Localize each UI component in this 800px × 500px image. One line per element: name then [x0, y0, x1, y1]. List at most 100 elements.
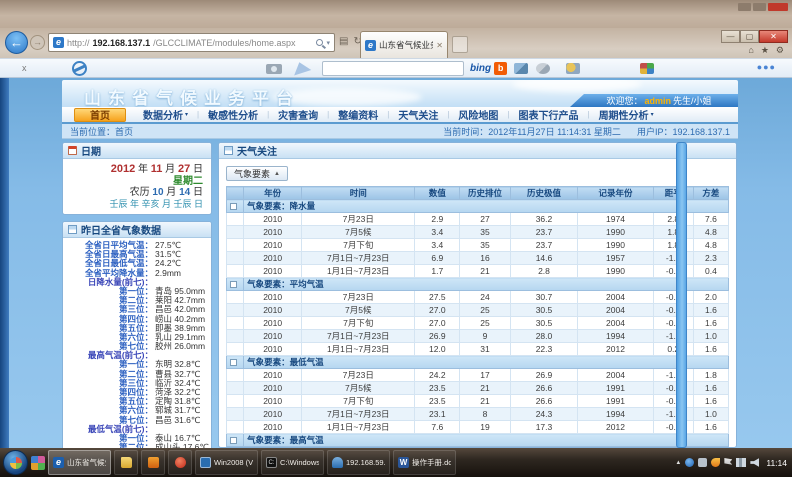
welcome-prefix: 欢迎您：	[606, 94, 642, 107]
nav-item-8[interactable]: 周期性分析▾	[590, 107, 663, 122]
tray-app-icon[interactable]	[685, 458, 694, 467]
nav-item-7[interactable]: 图表下行产品	[509, 107, 587, 122]
send-icon[interactable]	[291, 59, 312, 75]
browser-tab[interactable]: e 山东省气候业务平... ✕	[360, 31, 448, 58]
nav-item-5[interactable]: 天气关注	[389, 107, 447, 122]
table-row[interactable]: 20107月1日~7月23日26.9928.01994-1.01.0	[227, 330, 729, 343]
tray-clock[interactable]: 11:14	[766, 458, 787, 468]
new-tab-button[interactable]	[452, 36, 468, 53]
calendar-date-part: 27	[178, 163, 190, 175]
vertical-scrollbar[interactable]	[676, 142, 687, 448]
camera-icon[interactable]	[266, 64, 282, 74]
taskbar-button-rdp[interactable]: 192.168.59.99...	[327, 450, 390, 475]
settings-gear-icon[interactable]: ⚙	[776, 45, 784, 56]
toolbar-addon-icon-3[interactable]	[566, 63, 580, 74]
maximize-icon[interactable]	[753, 3, 766, 11]
taskbar-button-monitor[interactable]: Win2008 (VS2...	[195, 450, 258, 475]
taskbar-button-word[interactable]: W操作手册.docx ...	[393, 450, 456, 475]
favorites-star-icon[interactable]: ★	[761, 45, 769, 56]
nav-item-2[interactable]: 敏感性分析	[199, 107, 267, 122]
cell: 2.8	[510, 265, 578, 278]
toolbar-search-input[interactable]	[322, 61, 464, 76]
group-row: 气象要素：平均气温	[227, 278, 729, 291]
network-icon[interactable]	[736, 458, 746, 467]
weather-table: 年份时间数值历史排位历史极值记录年份距平方差气象要素：降水量20107月23日2…	[226, 186, 729, 448]
table-row[interactable]: 20107月5候3.43523.719901.84.8	[227, 226, 729, 239]
folder-icon	[121, 457, 132, 468]
compat-icon[interactable]: ▤	[339, 36, 348, 47]
home-icon[interactable]: ⌂	[748, 45, 753, 56]
tray-alert-icon[interactable]	[711, 458, 720, 467]
start-button[interactable]	[3, 450, 28, 475]
tray-expand-icon[interactable]: ▲	[675, 460, 681, 466]
cell: 7月23日	[302, 213, 415, 226]
forward-button[interactable]: →	[30, 35, 45, 50]
cell: 1.6	[693, 421, 728, 434]
cell: 17.3	[510, 421, 578, 434]
minimize-button[interactable]: —	[721, 30, 740, 43]
tray-status-icon[interactable]	[698, 458, 707, 467]
cell: 36.2	[510, 213, 578, 226]
pinned-app-icon[interactable]	[31, 456, 45, 470]
table-row[interactable]: 20107月23日24.21726.92004-1.11.8	[227, 369, 729, 382]
background-window-controls	[738, 3, 788, 11]
search-icon[interactable]	[316, 39, 323, 46]
tab-close-icon[interactable]: ✕	[436, 41, 443, 50]
nav-item-6[interactable]: 风险地图	[449, 107, 507, 122]
cell: 2010	[244, 382, 302, 395]
cell: 2010	[244, 265, 302, 278]
taskbar-button-red[interactable]	[168, 450, 192, 475]
table-row[interactable]: 20107月下旬23.52126.61991-0.51.6	[227, 395, 729, 408]
table-row[interactable]: 20101月1日~7月23日1.7212.81990-0.10.4	[227, 265, 729, 278]
checkbox[interactable]	[230, 203, 237, 210]
nav-item-3[interactable]: 灾害查询	[269, 107, 327, 122]
checkbox[interactable]	[230, 437, 237, 444]
action-center-flag-icon[interactable]	[724, 458, 732, 467]
cell: 2.3	[693, 252, 728, 265]
group-title: 气象要素：平均气温	[244, 278, 729, 291]
table-row[interactable]: 20107月5候27.02530.52004-0.31.6	[227, 304, 729, 317]
table-row[interactable]: 20101月1日~7月23日12.03122.320120.21.6	[227, 343, 729, 356]
taskbar-button-ie[interactable]: e山东省气候业...	[48, 450, 111, 475]
cell: 23.5	[415, 382, 460, 395]
taskbar-button-folder[interactable]	[114, 450, 138, 475]
snagit-icon[interactable]	[72, 61, 87, 76]
maximize-button[interactable]: ▢	[740, 30, 759, 43]
table-row[interactable]: 20107月23日2.92736.219742.87.6	[227, 213, 729, 226]
nav-item-0[interactable]: 首页	[74, 108, 126, 122]
more-icon[interactable]: ●●●	[757, 62, 776, 72]
row-checkbox-cell	[227, 382, 244, 395]
table-row[interactable]: 20107月下旬3.43523.719901.84.8	[227, 239, 729, 252]
table-row[interactable]: 20107月下旬27.02530.52004-0.31.6	[227, 317, 729, 330]
toolbar-addon-icon-2[interactable]	[536, 63, 550, 74]
close-icon[interactable]	[768, 3, 788, 11]
close-button[interactable]: ✕	[759, 30, 788, 43]
toolbar-addon-icon-4[interactable]	[640, 63, 654, 74]
address-bar[interactable]: e http://192.168.137.1/GLCCLIMATE/module…	[48, 33, 335, 52]
bing-logo[interactable]: bing b	[470, 62, 507, 75]
checkbox[interactable]	[230, 359, 237, 366]
nav-item-4[interactable]: 整编资料	[329, 107, 387, 122]
cell: 2010	[244, 317, 302, 330]
cell: 2010	[244, 369, 302, 382]
table-row[interactable]: 20107月1日~7月23日23.1824.31994-1.11.0	[227, 408, 729, 421]
nav-item-1[interactable]: 数据分析▾	[134, 107, 197, 122]
table-row[interactable]: 20107月5候23.52126.61991-0.51.6	[227, 382, 729, 395]
minimize-icon[interactable]	[738, 3, 751, 11]
element-dropdown-button[interactable]: 气象要素 ▲	[226, 166, 288, 181]
toolbar-addon-icon-1[interactable]	[514, 63, 528, 74]
cell: 22.3	[510, 343, 578, 356]
taskbar-button-orange[interactable]	[141, 450, 165, 475]
speaker-icon[interactable]	[750, 458, 759, 467]
taskbar-button-cmd[interactable]: C:C:\Windows\s...	[261, 450, 324, 475]
calendar-weekday: 星期二	[71, 176, 203, 187]
row-checkbox-cell	[227, 408, 244, 421]
table-row[interactable]: 20101月1日~7月23日7.61917.32012-0.41.6	[227, 421, 729, 434]
welcome-banner: 欢迎您： admin 先生/小姐	[570, 94, 738, 107]
checkbox[interactable]	[230, 281, 237, 288]
chevron-down-icon[interactable]: ▾	[326, 39, 330, 47]
toolbar-close[interactable]: x	[22, 63, 27, 73]
table-row[interactable]: 20107月23日27.52430.72004-0.72.0	[227, 291, 729, 304]
table-row[interactable]: 20107月1日~7月23日6.91614.61957-1.02.3	[227, 252, 729, 265]
back-button[interactable]: ←	[5, 31, 28, 54]
